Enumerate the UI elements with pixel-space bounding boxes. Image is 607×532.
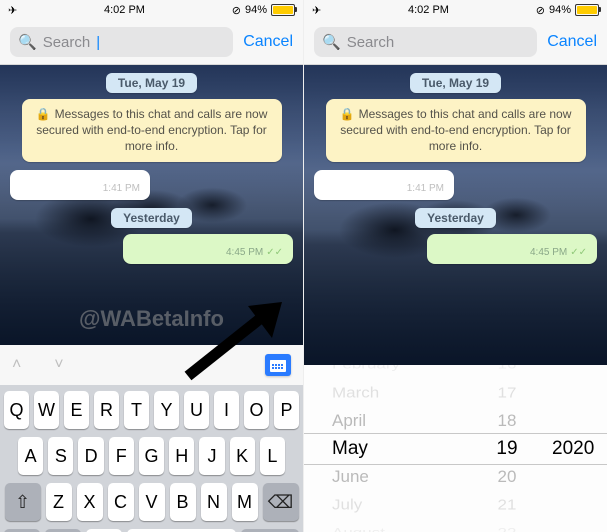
search-icon: 🔍 (18, 33, 37, 51)
rotation-lock-icon: ⊘ (232, 4, 241, 17)
picker-month[interactable]: June (332, 463, 369, 491)
chat-area[interactable]: Tue, May 19 🔒Messages to this chat and c… (0, 65, 303, 345)
key-E[interactable]: E (64, 391, 89, 429)
picker-day[interactable]: 21 (498, 493, 517, 517)
key-I[interactable]: I (214, 391, 239, 429)
key-T[interactable]: T (124, 391, 149, 429)
picker-month[interactable]: May (332, 435, 368, 463)
key-M[interactable]: M (232, 483, 258, 521)
key-V[interactable]: V (139, 483, 165, 521)
date-chip: Tue, May 19 (410, 73, 501, 93)
picker-month[interactable]: April (332, 407, 366, 435)
incoming-message[interactable]: 1:41 PM (10, 170, 150, 200)
key-H[interactable]: H (169, 437, 194, 475)
screenshot-right: ✈ 4:02 PM ⊘ 94% 🔍 Search Cancel Tue, May… (303, 0, 607, 532)
search-input[interactable]: 🔍 Search (314, 27, 537, 57)
picker-day[interactable]: 16 (498, 365, 517, 375)
key-A[interactable]: A (18, 437, 43, 475)
key-D[interactable]: D (78, 437, 103, 475)
keyboard-accessory: ˄ ˅ (0, 345, 303, 385)
picker-day[interactable]: 18 (498, 407, 517, 435)
date-picker[interactable]: February MarchAprilMayJuneJuly August 16 17… (304, 365, 607, 532)
picker-day[interactable]: 20 (498, 463, 517, 491)
key-X[interactable]: X (77, 483, 103, 521)
key-Z[interactable]: Z (46, 483, 72, 521)
key-O[interactable]: O (244, 391, 269, 429)
key-Y[interactable]: Y (154, 391, 179, 429)
outgoing-message[interactable]: 4:45 PM✓✓ (123, 234, 293, 264)
key-N[interactable]: N (201, 483, 227, 521)
date-chip: Tue, May 19 (106, 73, 197, 93)
battery-pct: 94% (549, 4, 571, 16)
battery-icon (271, 4, 295, 16)
picker-day[interactable]: 19 (496, 435, 517, 463)
picker-day[interactable]: 22 (498, 523, 517, 532)
key-⇧[interactable]: ⇧ (5, 483, 41, 521)
battery-pct: 94% (245, 4, 267, 16)
chevron-nav[interactable]: ˄ ˅ (12, 356, 72, 374)
read-ticks-icon: ✓✓ (570, 247, 587, 258)
date-chip-yesterday: Yesterday (111, 208, 192, 228)
cancel-button[interactable]: Cancel (547, 33, 597, 51)
picker-day[interactable]: 17 (498, 381, 517, 405)
status-bar: ✈ 4:02 PM ⊘ 94% (0, 0, 303, 20)
key-F[interactable]: F (109, 437, 134, 475)
calendar-button[interactable] (265, 354, 291, 376)
lock-icon: 🔒 (340, 107, 355, 121)
key-P[interactable]: P (274, 391, 299, 429)
status-time: 4:02 PM (408, 4, 449, 16)
key-B[interactable]: B (170, 483, 196, 521)
search-bar: 🔍 Search | Cancel (0, 20, 303, 65)
search-input[interactable]: 🔍 Search | (10, 27, 233, 57)
read-ticks-icon: ✓✓ (266, 247, 283, 258)
status-time: 4:02 PM (104, 4, 145, 16)
incoming-message[interactable]: 1:41 PM (314, 170, 454, 200)
key-C[interactable]: C (108, 483, 134, 521)
key-Q[interactable]: Q (4, 391, 29, 429)
screenshot-left: ✈ 4:02 PM ⊘ 94% 🔍 Search | Cancel Tue, M… (0, 0, 303, 532)
search-placeholder: Search (43, 34, 91, 51)
picker-year[interactable]: 2020 (552, 435, 594, 463)
picker-month[interactable]: March (332, 381, 379, 405)
keyboard[interactable]: QWERTYUIOP ASDFGHJKL ⇧ZXCVBNM⌫ 123 🌐 🎤 s… (0, 385, 303, 532)
key-W[interactable]: W (34, 391, 59, 429)
key-R[interactable]: R (94, 391, 119, 429)
airplane-icon: ✈ (312, 4, 321, 17)
cancel-button[interactable]: Cancel (243, 33, 293, 51)
battery-icon (575, 4, 599, 16)
key-S[interactable]: S (48, 437, 73, 475)
encryption-notice[interactable]: 🔒Messages to this chat and calls are now… (22, 99, 282, 162)
search-placeholder: Search (347, 34, 395, 51)
key-U[interactable]: U (184, 391, 209, 429)
key-J[interactable]: J (199, 437, 224, 475)
key-K[interactable]: K (230, 437, 255, 475)
picker-month[interactable]: February (332, 365, 400, 375)
search-icon: 🔍 (322, 33, 341, 51)
date-chip-yesterday: Yesterday (415, 208, 496, 228)
key-L[interactable]: L (260, 437, 285, 475)
key-⌫[interactable]: ⌫ (263, 483, 299, 521)
status-bar: ✈ 4:02 PM ⊘ 94% (304, 0, 607, 20)
lock-icon: 🔒 (36, 107, 51, 121)
picker-month[interactable]: July (332, 493, 362, 517)
airplane-icon: ✈ (8, 4, 17, 17)
encryption-notice[interactable]: 🔒Messages to this chat and calls are now… (326, 99, 586, 162)
chat-area[interactable]: Tue, May 19 🔒Messages to this chat and c… (304, 65, 607, 365)
rotation-lock-icon: ⊘ (536, 4, 545, 17)
search-bar: 🔍 Search Cancel (304, 20, 607, 65)
picker-month[interactable]: August (332, 523, 385, 532)
outgoing-message[interactable]: 4:45 PM✓✓ (427, 234, 597, 264)
key-G[interactable]: G (139, 437, 164, 475)
